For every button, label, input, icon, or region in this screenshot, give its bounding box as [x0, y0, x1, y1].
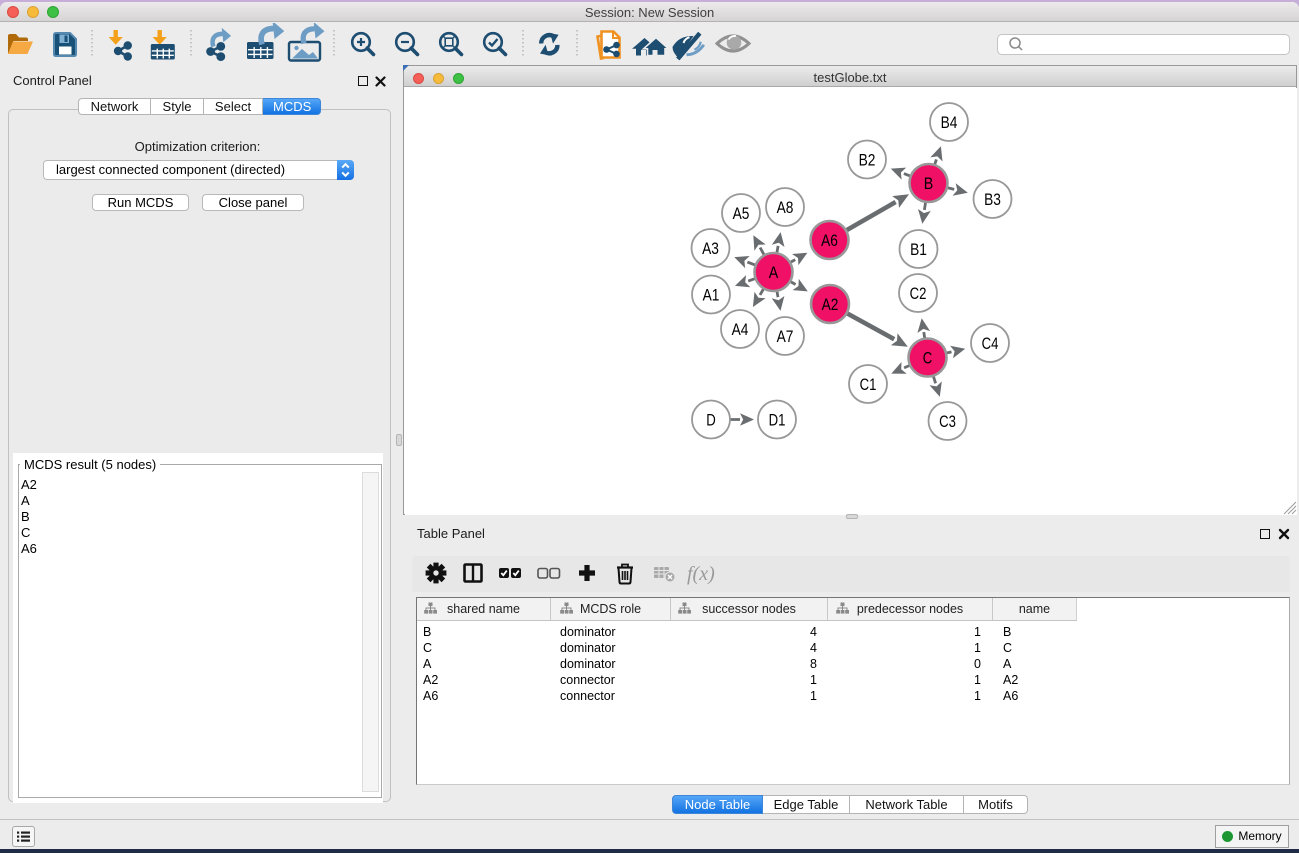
svg-text:C2: C2 — [909, 284, 926, 303]
svg-text:C1: C1 — [859, 375, 876, 394]
svg-text:A3: A3 — [702, 239, 719, 258]
svg-text:f(x): f(x) — [687, 563, 715, 585]
svg-text:B1: B1 — [910, 240, 927, 259]
svg-text:A1: A1 — [702, 285, 719, 304]
svg-text:A: A — [768, 263, 778, 282]
svg-text:A7: A7 — [776, 327, 793, 346]
svg-text:A4: A4 — [731, 320, 748, 339]
svg-text:B4: B4 — [940, 113, 957, 132]
svg-text:B: B — [923, 174, 933, 193]
svg-text:D1: D1 — [768, 410, 785, 429]
svg-text:C: C — [922, 348, 932, 367]
svg-text:B3: B3 — [984, 190, 1001, 209]
svg-text:C4: C4 — [981, 334, 998, 353]
svg-text:A6: A6 — [821, 231, 838, 250]
svg-text:C3: C3 — [939, 412, 956, 431]
svg-text:A8: A8 — [776, 198, 793, 217]
svg-text:A2: A2 — [821, 295, 838, 314]
svg-text:D: D — [706, 410, 716, 429]
svg-text:B2: B2 — [858, 150, 875, 169]
svg-text:A5: A5 — [732, 204, 749, 223]
